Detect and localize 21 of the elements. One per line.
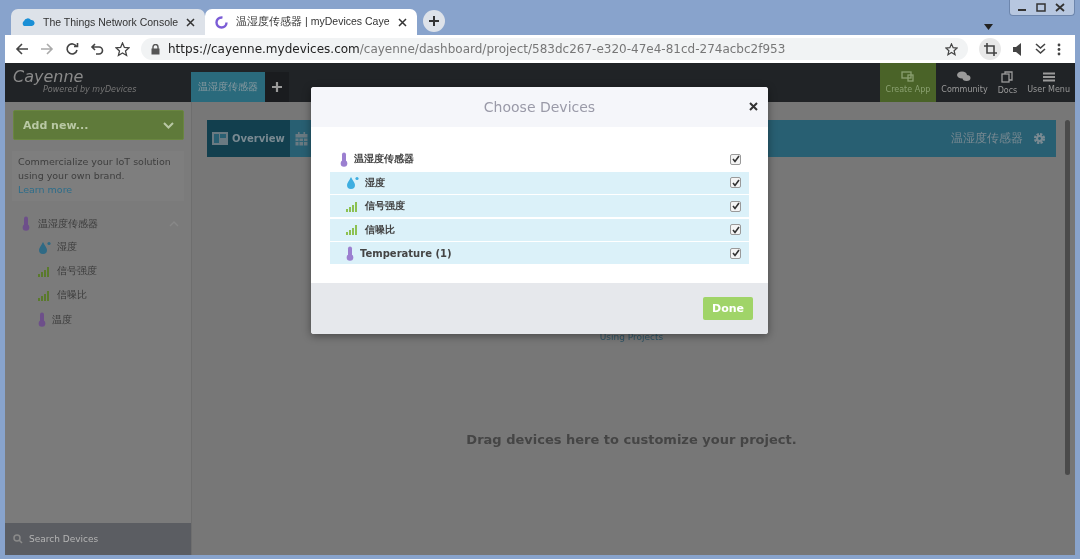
tagline: Powered by myDevices bbox=[43, 85, 137, 95]
address-bar[interactable]: https://cayenne.mydevices.com/cayenne/dashboard/project/583dc267-e320-47e4-81cd-274acbc2f953 bbox=[141, 38, 968, 60]
dashboard-tab[interactable]: Overview bbox=[207, 120, 290, 157]
add-new-dropdown[interactable]: Add new... bbox=[13, 110, 184, 140]
promo-text: Commercialize your IoT solution using your own brand. Learn more bbox=[18, 155, 172, 197]
search-field[interactable]: Search Devices bbox=[5, 523, 191, 555]
device-row[interactable]: 信噪比 bbox=[330, 218, 749, 241]
device-row[interactable]: 湿度 bbox=[330, 171, 749, 194]
logo[interactable]: Cayenne bbox=[13, 69, 84, 85]
device-row[interactable]: Temperature (1) bbox=[330, 242, 749, 264]
dialog-title: Choose Devices bbox=[483, 99, 596, 115]
device-row[interactable]: 信号强度 bbox=[330, 195, 749, 217]
nav-button[interactable]: Create App bbox=[879, 63, 937, 102]
nav-button[interactable]: Community bbox=[936, 63, 993, 102]
project-title: 温湿度传感器 bbox=[951, 130, 1023, 147]
nav-button[interactable]: Docs bbox=[992, 63, 1023, 102]
browser-tab[interactable]: 温湿度传感器 | myDevices Caye bbox=[205, 9, 417, 35]
device-item[interactable]: 湿度 bbox=[5, 235, 191, 259]
device-item[interactable]: 信噪比 bbox=[5, 283, 191, 307]
browser-tab[interactable]: The Things Network Console bbox=[11, 9, 206, 35]
nav-button[interactable]: User Menu bbox=[1022, 63, 1075, 102]
